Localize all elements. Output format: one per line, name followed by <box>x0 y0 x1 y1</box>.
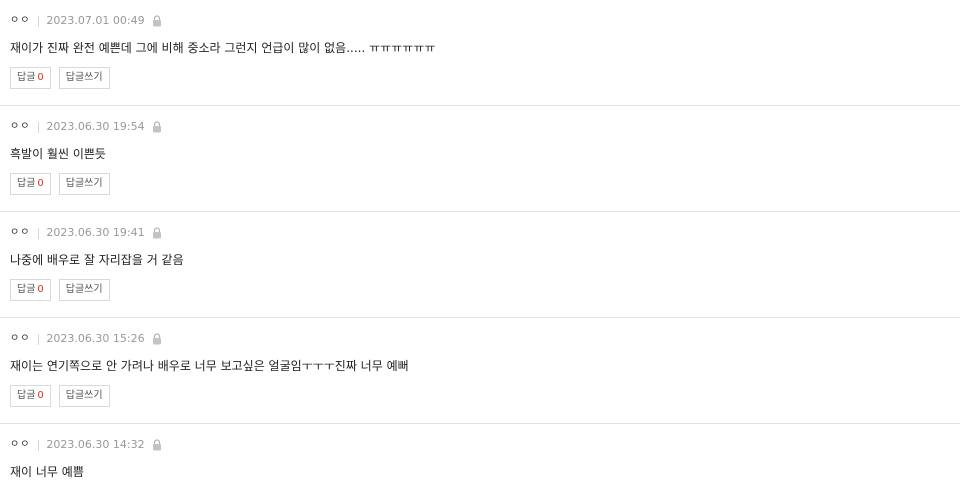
reply-label: 답글 <box>17 72 36 83</box>
comment-meta: ㅇㅇ 2023.06.30 19:54 <box>10 120 162 134</box>
comment-author: ㅇㅇ <box>10 227 31 238</box>
comment-author: ㅇㅇ <box>10 121 31 132</box>
reply-label: 답글 <box>17 390 36 401</box>
comment-author: ㅇㅇ <box>10 15 31 26</box>
reply-count-button[interactable]: 답글 0 <box>10 279 51 301</box>
reply-count: 0 <box>37 72 44 83</box>
reply-count: 0 <box>37 390 44 401</box>
write-reply-button[interactable]: 답글쓰기 <box>58 279 110 301</box>
comment-text: 재이 너무 예쁨 <box>10 465 84 479</box>
comment-text: 재이가 진짜 완전 예쁜데 그에 비해 중소라 그런지 언급이 많이 없음...… <box>10 41 436 55</box>
comment-text: 흑발이 훨씬 이쁜듯 <box>10 147 106 161</box>
reply-label: 답글 <box>17 178 36 189</box>
reply-count-button[interactable]: 답글 0 <box>10 67 51 89</box>
reply-count-button[interactable]: 답글 0 <box>10 173 51 195</box>
reply-count-button[interactable]: 답글 0 <box>10 385 51 407</box>
comment-item: ㅇㅇ 2023.06.30 15:26 재이는 연기쪽으로 안 가려나 배우로 … <box>0 318 960 424</box>
comment-actions: 답글 0 답글쓰기 <box>10 385 110 407</box>
meta-divider <box>38 439 40 451</box>
comment-meta: ㅇㅇ 2023.06.30 19:41 <box>10 226 162 240</box>
lock-icon <box>152 333 162 345</box>
write-reply-button[interactable]: 답글쓰기 <box>58 67 110 89</box>
comment-text: 재이는 연기쪽으로 안 가려나 배우로 너무 보고싶은 얼굴임ㅜㅜㅜ진짜 너무 … <box>10 359 409 373</box>
comment-meta: ㅇㅇ 2023.06.30 15:26 <box>10 332 162 346</box>
reply-label: 답글 <box>17 284 36 295</box>
comment-meta: ㅇㅇ 2023.06.30 14:32 <box>10 438 162 452</box>
meta-divider <box>38 333 40 345</box>
comment-item: ㅇㅇ 2023.06.30 19:54 흑발이 훨씬 이쁜듯 답글 0 답글쓰기 <box>0 106 960 212</box>
lock-icon <box>152 439 162 451</box>
reply-count: 0 <box>37 178 44 189</box>
comment-actions: 답글 0 답글쓰기 <box>10 279 110 301</box>
comment-item: ㅇㅇ 2023.06.30 14:32 재이 너무 예쁨 <box>0 424 960 483</box>
write-reply-button[interactable]: 답글쓰기 <box>58 385 110 407</box>
comment-author: ㅇㅇ <box>10 333 31 344</box>
comment-actions: 답글 0 답글쓰기 <box>10 173 110 195</box>
comment-meta: ㅇㅇ 2023.07.01 00:49 <box>10 14 162 28</box>
comment-item: ㅇㅇ 2023.07.01 00:49 재이가 진짜 완전 예쁜데 그에 비해 … <box>0 0 960 106</box>
comment-item: ㅇㅇ 2023.06.30 19:41 나중에 배우로 잘 자리잡을 거 같음 … <box>0 212 960 318</box>
comment-date: 2023.06.30 19:41 <box>46 226 145 239</box>
comment-date: 2023.06.30 15:26 <box>46 332 145 345</box>
comment-date: 2023.06.30 19:54 <box>46 120 145 133</box>
lock-icon <box>152 227 162 239</box>
comment-date: 2023.07.01 00:49 <box>46 14 145 27</box>
reply-count: 0 <box>37 284 44 295</box>
comment-text: 나중에 배우로 잘 자리잡을 거 같음 <box>10 253 184 267</box>
lock-icon <box>152 121 162 133</box>
comment-author: ㅇㅇ <box>10 439 31 450</box>
meta-divider <box>38 121 40 133</box>
comment-actions: 답글 0 답글쓰기 <box>10 67 110 89</box>
lock-icon <box>152 15 162 27</box>
write-reply-button[interactable]: 답글쓰기 <box>58 173 110 195</box>
meta-divider <box>38 15 40 27</box>
meta-divider <box>38 227 40 239</box>
comment-list: ㅇㅇ 2023.07.01 00:49 재이가 진짜 완전 예쁜데 그에 비해 … <box>0 0 960 483</box>
comment-date: 2023.06.30 14:32 <box>46 438 145 451</box>
